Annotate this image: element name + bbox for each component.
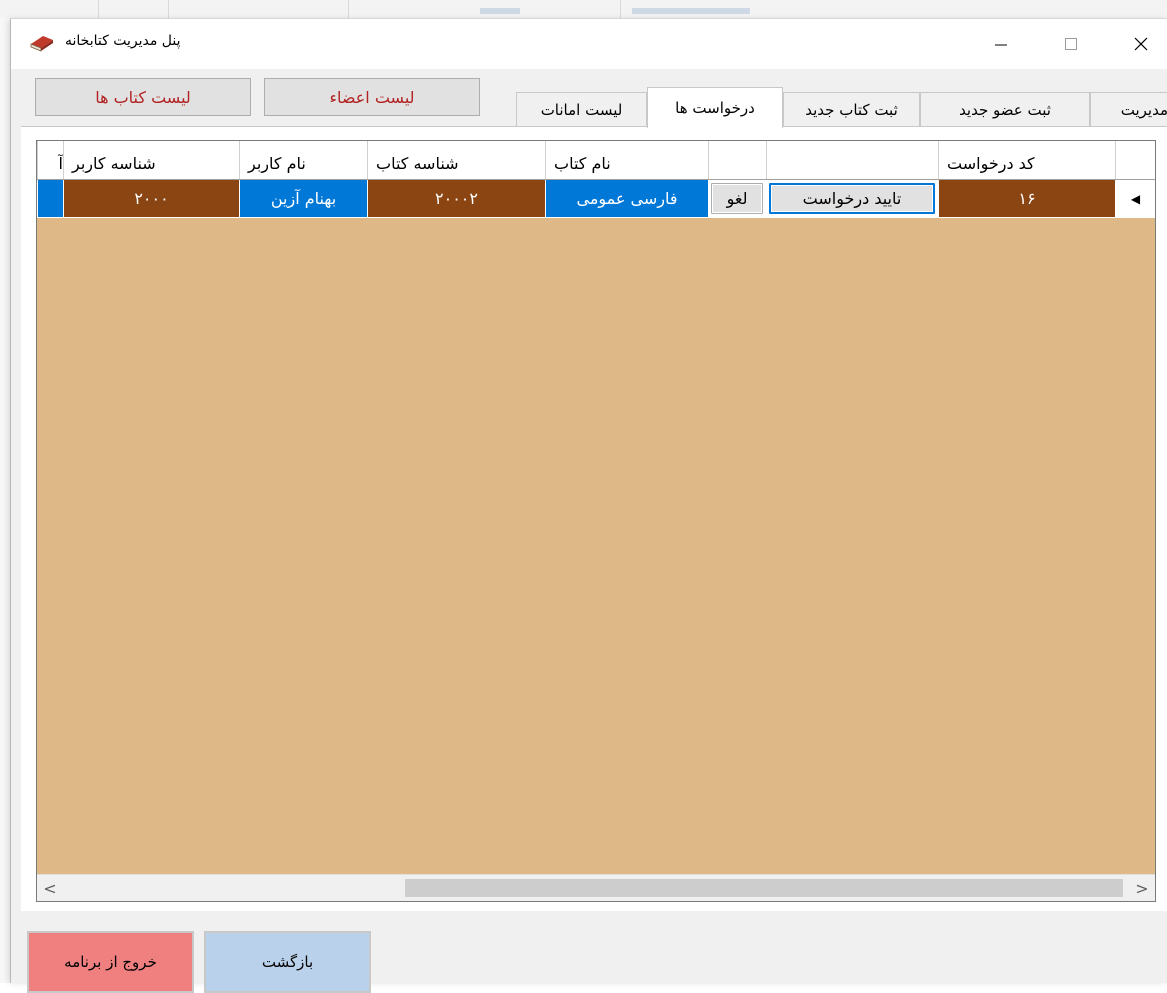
request-code-cell[interactable]: ۱۶ [938, 180, 1115, 218]
cancel-request-button[interactable]: لغو [711, 183, 763, 214]
background-app-strip [0, 0, 1167, 19]
header-overflow-column[interactable]: آ [37, 141, 63, 179]
tab-management[interactable]: مدیریت [1090, 92, 1167, 126]
library-admin-window: پنل مدیریت کتابخانه لیست کتاب ها لیست اع… [10, 19, 1167, 993]
title-bar: پنل مدیریت کتابخانه [11, 19, 1167, 69]
requests-grid[interactable]: آ شناسه کاربر نام کاربر شناسه کتاب نام ک… [36, 140, 1156, 902]
scroll-left-arrow[interactable]: < [37, 875, 63, 901]
chevron-left-icon: < [43, 878, 57, 898]
book-name-cell[interactable]: فارسی عمومی [545, 180, 708, 218]
bg-divider [168, 0, 169, 18]
members-list-button[interactable]: لیست اعضاء [264, 78, 480, 116]
close-button[interactable] [1113, 19, 1167, 69]
book-id-cell[interactable]: ۲۰۰۰۲ [367, 180, 545, 218]
bg-highlight [632, 8, 750, 14]
exit-program-button[interactable]: خروج از برنامه [27, 931, 194, 993]
approve-cell: تایید درخواست [766, 180, 938, 218]
table-row[interactable]: ۲۰۰۰ بهنام آزین ۲۰۰۰۲ فارسی عمومی لغو تا… [37, 180, 1155, 218]
user-name-cell[interactable]: بهنام آزین [239, 180, 367, 218]
tab-new-book[interactable]: ثبت کتاب جدید [783, 92, 920, 126]
scrollbar-thumb[interactable] [405, 879, 1123, 897]
approve-request-button[interactable]: تایید درخواست [769, 183, 935, 214]
header-cancel-column[interactable] [708, 141, 766, 179]
window-title: پنل مدیریت کتابخانه [65, 33, 181, 49]
bg-divider [98, 0, 99, 18]
overflow-cell[interactable] [37, 180, 63, 218]
scroll-right-arrow[interactable]: > [1129, 875, 1155, 901]
header-approve-column[interactable] [766, 141, 938, 179]
bg-highlight [480, 8, 520, 14]
minimize-icon [994, 44, 1007, 46]
header-user-name[interactable]: نام کاربر [239, 141, 367, 179]
cancel-cell: لغو [708, 180, 766, 218]
maximize-icon [1064, 38, 1077, 50]
header-request-code[interactable]: کد درخواست [938, 141, 1115, 179]
bg-divider [348, 0, 349, 18]
bg-divider [620, 0, 621, 18]
user-id-cell[interactable]: ۲۰۰۰ [63, 180, 239, 218]
book-icon [30, 36, 53, 52]
row-indicator-icon: ◀ [1130, 191, 1141, 206]
tab-loans-list[interactable]: لیست امانات [516, 92, 647, 126]
back-button[interactable]: بازگشت [204, 931, 371, 993]
minimize-button[interactable] [973, 19, 1028, 69]
chevron-right-icon: > [1135, 878, 1149, 898]
close-icon [1134, 37, 1147, 51]
requests-tab-panel: آ شناسه کاربر نام کاربر شناسه کتاب نام ک… [21, 126, 1167, 911]
tab-new-member[interactable]: ثبت عضو جدید [920, 92, 1090, 126]
grid-header-row: آ شناسه کاربر نام کاربر شناسه کتاب نام ک… [37, 141, 1155, 180]
row-selector-cell[interactable]: ◀ [1115, 180, 1155, 218]
books-list-button[interactable]: لیست کتاب ها [35, 78, 251, 116]
header-book-id[interactable]: شناسه کتاب [367, 141, 545, 179]
header-user-id[interactable]: شناسه کاربر [63, 141, 239, 179]
header-row-selector [1115, 141, 1155, 179]
tab-requests[interactable]: درخواست ها [647, 87, 783, 128]
horizontal-scrollbar[interactable]: < > [37, 874, 1155, 901]
header-book-name[interactable]: نام کتاب [545, 141, 708, 179]
maximize-button[interactable] [1043, 19, 1098, 69]
